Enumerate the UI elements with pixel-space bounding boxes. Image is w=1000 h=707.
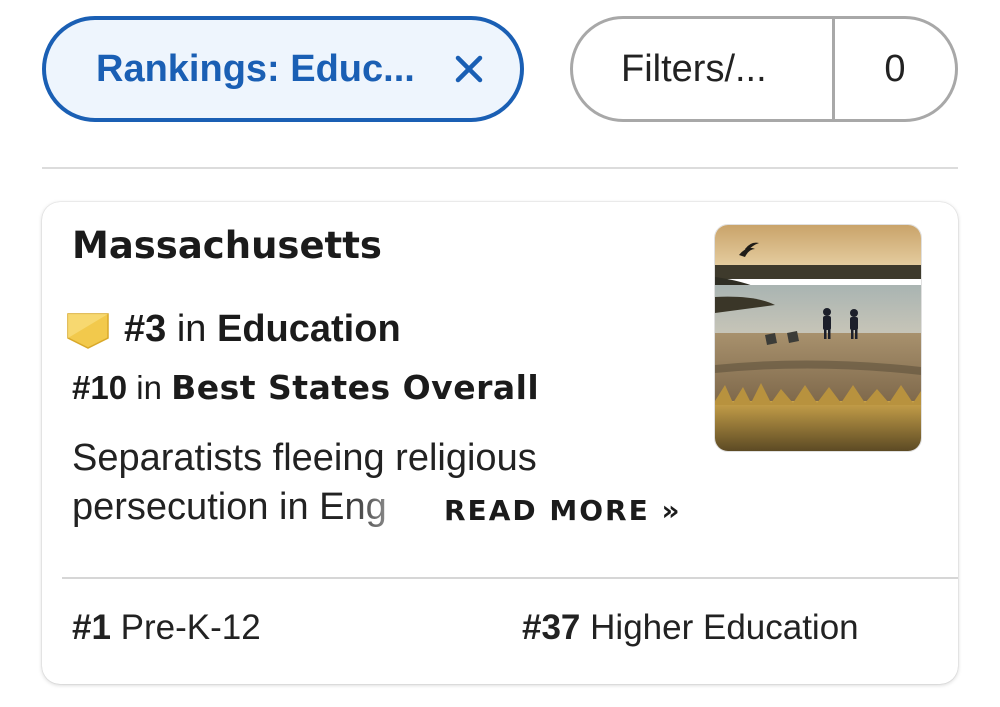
close-icon[interactable] — [446, 46, 492, 92]
section-divider — [42, 167, 958, 169]
state-name[interactable]: Massachusetts — [72, 224, 382, 267]
filters-count: 0 — [884, 47, 906, 90]
sub-rank-number: #37 — [522, 608, 581, 647]
secondary-rank-number: #10 — [72, 369, 128, 406]
rank-badge-icon — [67, 313, 109, 349]
secondary-rank: #10 in Best States Overall — [72, 368, 539, 407]
state-photo — [714, 224, 922, 452]
primary-rank-category: Education — [216, 308, 401, 350]
primary-rank-number: #3 — [124, 308, 167, 350]
primary-rank: #3 in Education — [124, 308, 401, 351]
filters-label: Filters/... — [621, 47, 767, 90]
description-line-1: Separatists fleeing religious — [72, 437, 537, 479]
rankings-filter-label: Rankings: Educ... — [96, 47, 415, 90]
rankings-filter-chip[interactable]: Rankings: Educ... — [42, 16, 524, 122]
state-ranking-card[interactable]: Massachusetts #3 in Education #10 in Bes… — [42, 202, 958, 684]
sub-rank-label: Higher Education — [590, 608, 859, 647]
sub-rank-higher-education[interactable]: #37 Higher Education — [522, 608, 859, 648]
sub-rank-number: #1 — [72, 608, 111, 647]
beach-scene-image — [715, 225, 921, 451]
sub-rank-label: Pre-K-12 — [120, 608, 261, 647]
sub-rank-pre-k-12[interactable]: #1 Pre-K-12 — [72, 608, 261, 648]
secondary-rank-category: Best States Overall — [171, 368, 540, 407]
filters-chip[interactable]: Filters/... 0 — [570, 16, 958, 122]
card-divider — [62, 577, 958, 579]
primary-rank-connector: in — [176, 308, 207, 350]
read-more-link[interactable]: READ MORE » — [442, 492, 682, 529]
secondary-rank-connector: in — [136, 369, 162, 406]
